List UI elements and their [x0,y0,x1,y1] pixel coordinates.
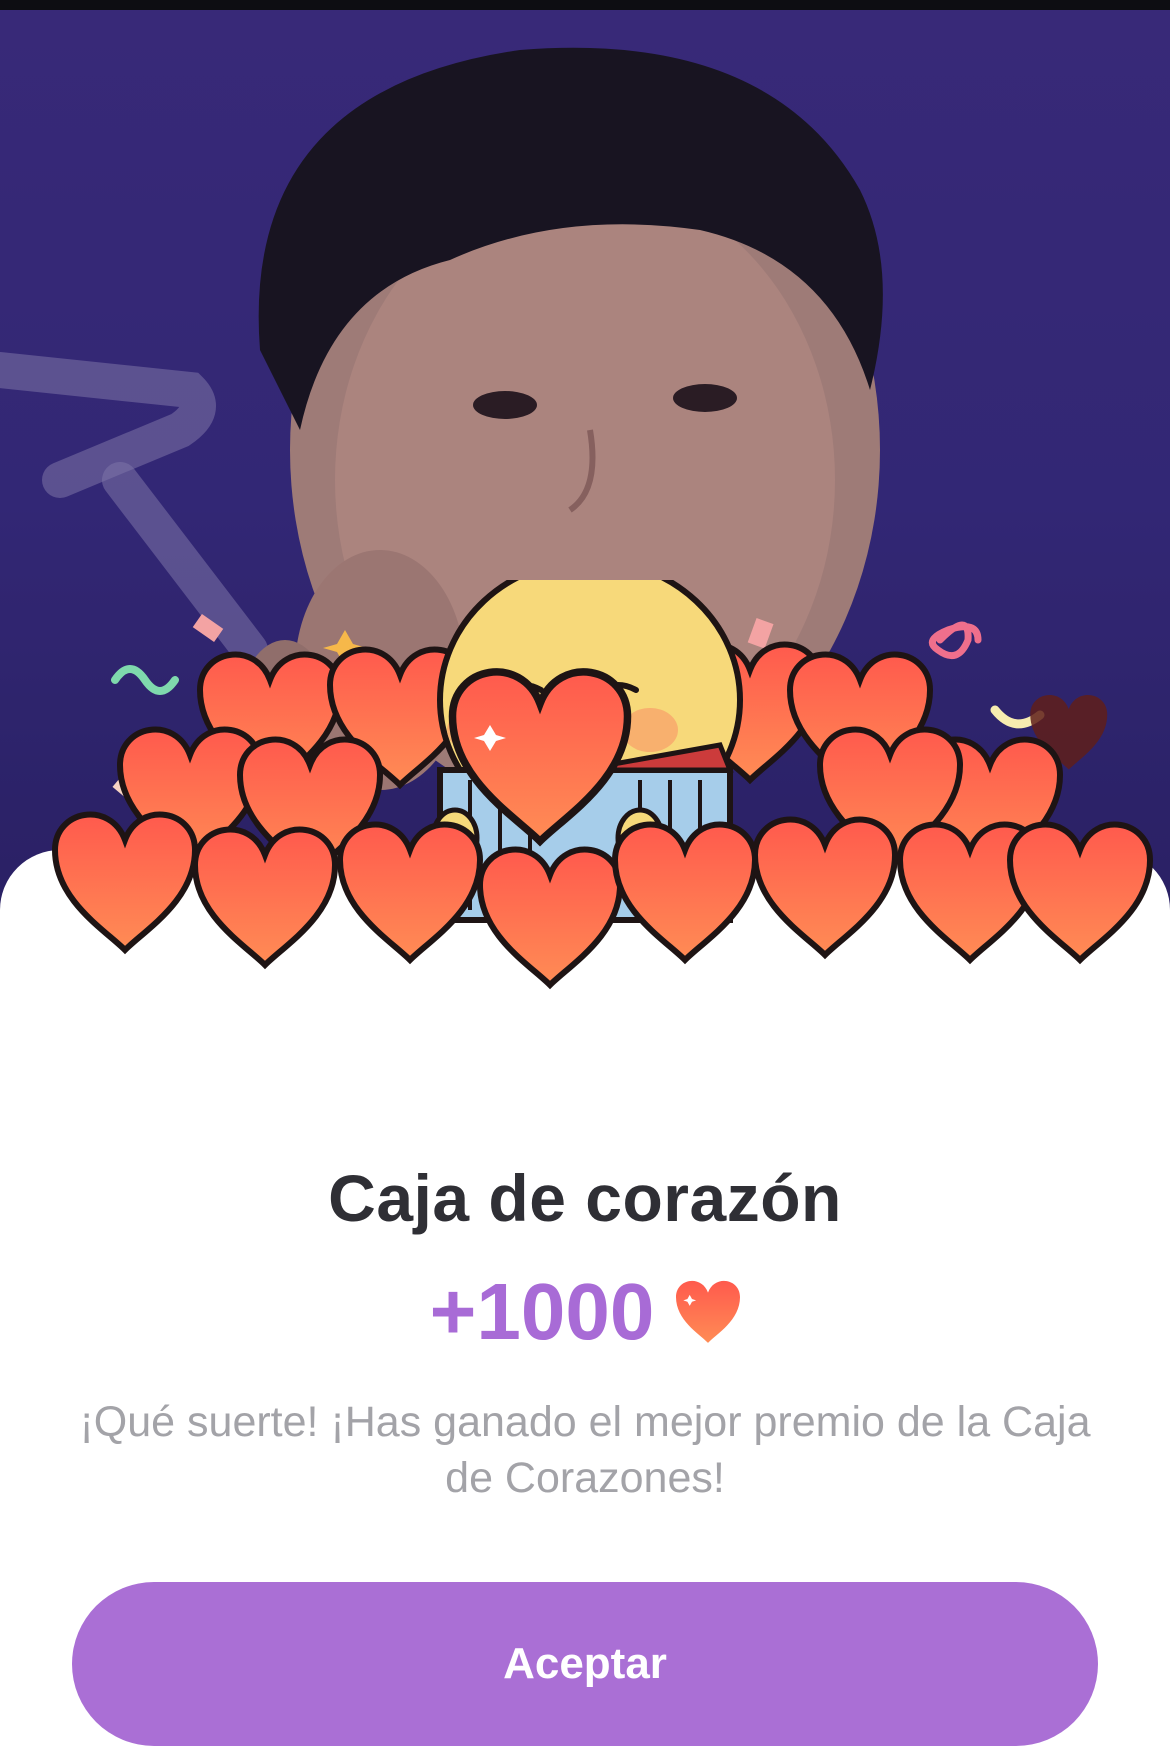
reward-title: Caja de corazón [328,1161,842,1235]
accept-button[interactable]: Aceptar [72,1582,1098,1746]
reward-message: ¡Qué suerte! ¡Has ganado el mejor premio… [79,1398,1091,1502]
reward-amount-row: +1000 [0,1262,1170,1362]
heart-icon [676,1280,741,1344]
reward-amount: +1000 [429,1267,655,1356]
heart-box-illustration [0,580,1170,1100]
status-bar [0,0,1170,10]
